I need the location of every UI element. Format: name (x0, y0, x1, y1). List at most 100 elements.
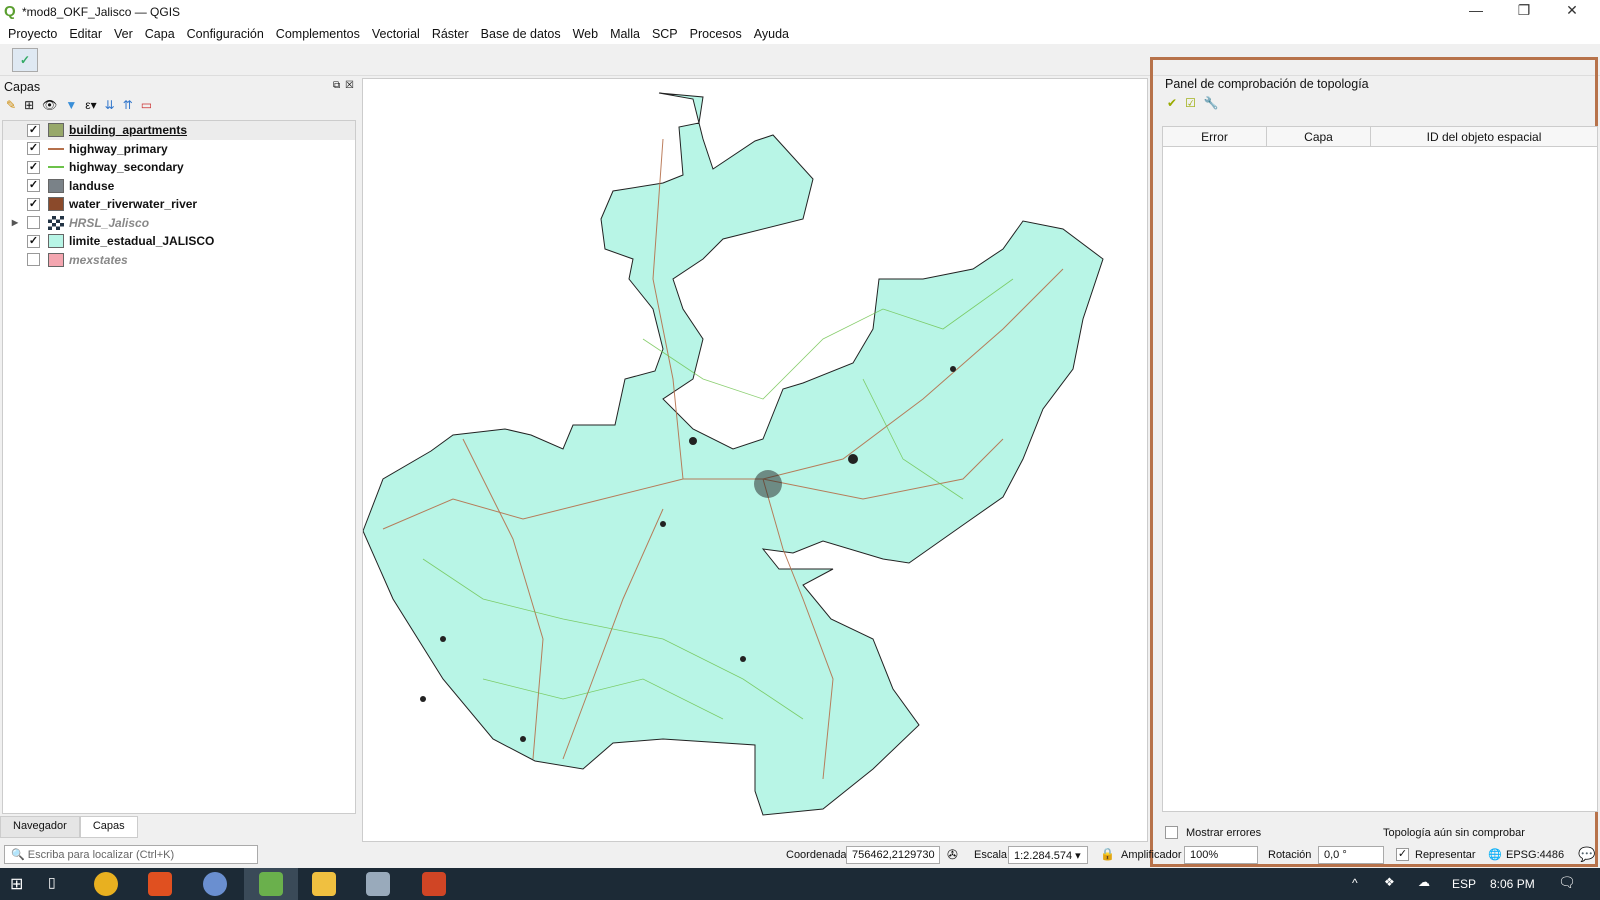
render-checkbox[interactable]: ✓ (1396, 848, 1409, 861)
menu-procesos[interactable]: Procesos (690, 27, 742, 41)
file-explorer-icon[interactable] (312, 872, 336, 896)
topology-checker-button[interactable]: ✓ (12, 48, 38, 72)
configure-rules-icon[interactable]: 🔧 (1204, 96, 1219, 110)
menu-ayuda[interactable]: Ayuda (754, 27, 789, 41)
add-group-icon[interactable]: ⊞ (24, 98, 34, 112)
windows-start-icon[interactable]: ⊞ (10, 874, 23, 894)
minimize-button[interactable]: — (1456, 2, 1496, 22)
layers-panel: Capas ⧉ ☒ ✎ ⊞ 👁 ▼ ε▾ ⇊ ⇈ ▭ ✓ building_apa… (0, 78, 357, 816)
clock[interactable]: 8:06 PM (1490, 877, 1535, 891)
collapse-all-icon[interactable]: ⇈ (123, 98, 133, 112)
fill-symbol-icon (48, 197, 64, 212)
layer-name: HRSL_Jalisco (69, 215, 150, 230)
menu-base-de-datos[interactable]: Base de datos (481, 27, 561, 41)
panel-tabs: Navegador Capas (0, 816, 357, 838)
layer-item[interactable]: mexstates (3, 251, 355, 270)
powerpoint-icon[interactable] (422, 872, 446, 896)
layer-item[interactable]: ✓ limite_estadual_JALISCO (3, 232, 355, 251)
layer-visibility-checkbox[interactable]: ✓ (27, 160, 40, 174)
visibility-icon[interactable]: 👁 (42, 98, 57, 112)
qgis-task-active[interactable] (244, 868, 298, 900)
menu-scp[interactable]: SCP (652, 27, 678, 41)
jalisco-map (362, 92, 1104, 816)
r-icon[interactable] (203, 872, 227, 896)
close-button[interactable]: ✕ (1552, 2, 1592, 22)
menu-web[interactable]: Web (573, 27, 598, 41)
coordinate-field[interactable]: 756462,2129730 (846, 846, 940, 864)
show-errors-checkbox[interactable]: Mostrar errores (1165, 826, 1261, 839)
layer-visibility-checkbox[interactable]: ✓ (27, 234, 40, 248)
menu-complementos[interactable]: Complementos (276, 27, 360, 41)
topology-panel-title: Panel de comprobación de topología (1165, 77, 1369, 91)
layer-visibility-checkbox[interactable] (27, 253, 40, 267)
onedrive-icon[interactable]: ☁ (1418, 875, 1430, 889)
style-icon[interactable]: ✎ (6, 98, 16, 112)
menu-vectorial[interactable]: Vectorial (372, 27, 420, 41)
layer-name: water_riverwater_river (69, 197, 198, 212)
status-bar: Coordenada 756462,2129730 ✇ Escala 1:2.2… (0, 843, 1600, 867)
layer-item[interactable]: ▶ HRSL_Jalisco (3, 214, 355, 233)
layer-item[interactable]: ✓ highway_primary (3, 140, 355, 159)
toggle-extents-icon[interactable]: ✇ (947, 847, 958, 863)
topology-checker-panel: Panel de comprobación de topología ✔ ☑ 🔧… (1150, 57, 1598, 867)
close-panel-icon[interactable]: ☒ (345, 80, 354, 91)
layer-visibility-checkbox[interactable]: ✓ (27, 123, 40, 137)
menu-ráster[interactable]: Ráster (432, 27, 469, 41)
show-errors-box[interactable] (1165, 826, 1178, 839)
column-error[interactable]: Error (1163, 127, 1267, 146)
expand-arrow-icon[interactable]: ▶ (3, 218, 27, 227)
tab-navegador[interactable]: Navegador (0, 816, 80, 838)
float-panel-icon[interactable]: ⧉ (333, 80, 340, 91)
rotation-label: Rotación (1268, 849, 1312, 861)
scale-label: Escala (974, 849, 1008, 861)
layer-visibility-checkbox[interactable]: ✓ (27, 179, 40, 193)
tab-capas[interactable]: Capas (79, 816, 138, 838)
layer-item[interactable]: ✓ highway_secondary (3, 158, 355, 177)
expression-filter-icon[interactable]: ε▾ (85, 98, 96, 112)
task-view-icon[interactable]: ▯ (48, 874, 56, 891)
dropbox-icon[interactable]: ❖ (1384, 875, 1395, 889)
layer-visibility-checkbox[interactable] (27, 216, 40, 230)
layer-name: limite_estadual_JALISCO (69, 234, 215, 249)
menu-configuración[interactable]: Configuración (187, 27, 264, 41)
chrome-icon[interactable] (94, 872, 118, 896)
layer-item[interactable]: ✓ landuse (3, 177, 355, 196)
crs-globe-icon[interactable]: 🌐 (1488, 848, 1502, 861)
menu-editar[interactable]: Editar (69, 27, 102, 41)
layer-name: highway_primary (69, 141, 168, 156)
layer-item[interactable]: ✓ water_riverwater_river (3, 195, 355, 214)
menu-ver[interactable]: Ver (114, 27, 133, 41)
notifications-icon[interactable]: 🗨 (1558, 874, 1576, 891)
expand-all-icon[interactable]: ⇊ (105, 98, 115, 112)
layer-tree: ✓ building_apartments ✓ highway_primary ✓ hig… (2, 120, 356, 814)
layer-item[interactable]: ✓ building_apartments (3, 121, 355, 140)
scale-combobox[interactable]: 1:2.284.574 ▾ (1008, 846, 1088, 864)
validate-all-icon[interactable]: ✔ (1167, 96, 1177, 110)
restore-button[interactable]: ❐ (1504, 2, 1544, 22)
show-hidden-icons[interactable]: ^ (1352, 876, 1358, 890)
menu-bar: Proyecto Editar Ver Capa Configuración Comple… (0, 24, 1600, 44)
render-label: Representar (1415, 849, 1476, 861)
lock-scale-icon[interactable]: 🔒 (1100, 847, 1115, 861)
filter-icon[interactable]: ▼ (65, 98, 77, 112)
brave-icon[interactable] (148, 872, 172, 896)
menu-proyecto[interactable]: Proyecto (8, 27, 57, 41)
raster-symbol-icon (48, 215, 64, 230)
layer-visibility-checkbox[interactable]: ✓ (27, 142, 40, 156)
column-feature-id[interactable]: ID del objeto espacial (1371, 127, 1597, 146)
app-icon[interactable] (366, 872, 390, 896)
messages-icon[interactable]: 💬 (1578, 846, 1595, 863)
menu-malla[interactable]: Malla (610, 27, 640, 41)
menu-capa[interactable]: Capa (145, 27, 175, 41)
jalisco-boundary (362, 92, 1104, 816)
layer-visibility-checkbox[interactable]: ✓ (27, 197, 40, 211)
remove-layer-icon[interactable]: ▭ (141, 98, 152, 112)
column-capa[interactable]: Capa (1267, 127, 1371, 146)
magnifier-spinbox[interactable]: 100% (1184, 846, 1258, 864)
crs-button[interactable]: EPSG:4486 (1506, 849, 1564, 861)
topology-toolbar: ✔ ☑ 🔧 (1167, 96, 1219, 110)
validate-extent-icon[interactable]: ☑ (1185, 96, 1196, 110)
language-indicator[interactable]: ESP (1452, 877, 1476, 891)
map-canvas[interactable] (362, 78, 1148, 842)
rotation-spinbox[interactable]: 0,0 ° (1318, 846, 1384, 864)
